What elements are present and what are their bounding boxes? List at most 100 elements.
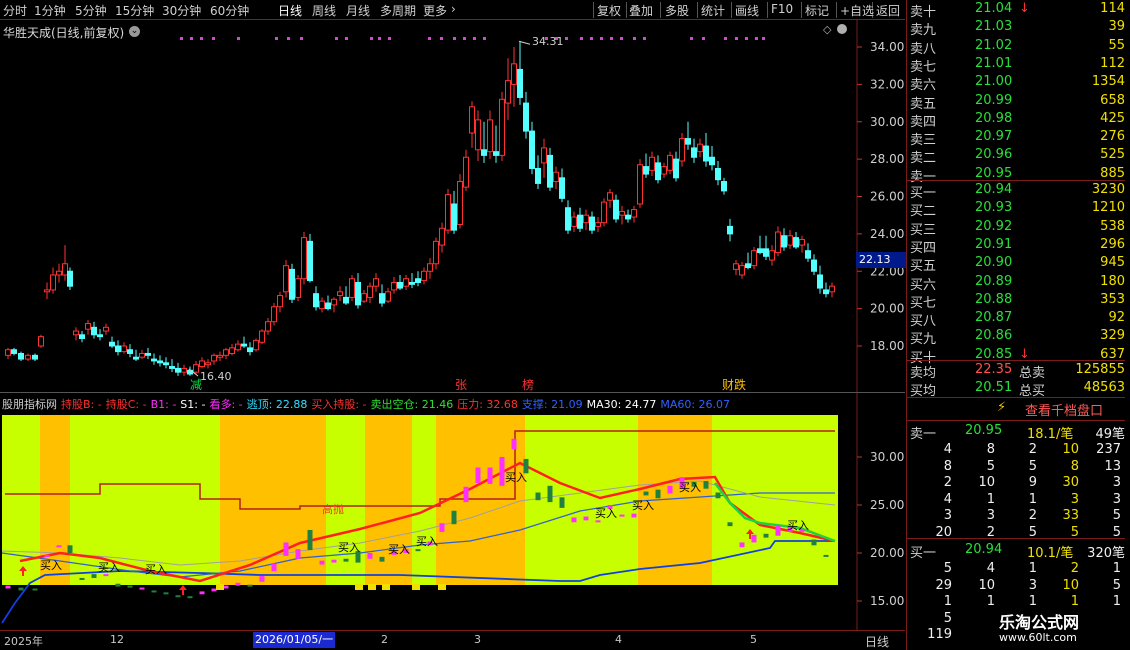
event-marker-3[interactable]: 财跌 bbox=[722, 377, 746, 392]
candle-body bbox=[38, 336, 44, 347]
candle-body bbox=[673, 158, 679, 179]
y-tick-label: 30.00 bbox=[870, 115, 904, 129]
indicator-name[interactable]: 股朋指标网 bbox=[2, 398, 57, 411]
ask-row-5: 卖五 20.99 658 bbox=[907, 92, 1125, 112]
chevron-right-icon[interactable]: › bbox=[451, 2, 456, 16]
period-tab-5[interactable]: 60分钟 bbox=[210, 2, 249, 19]
ask-label: 卖七 bbox=[910, 59, 937, 75]
candlestick-canvas[interactable]: 34.0032.0030.0028.0026.0024.0022.0020.00… bbox=[0, 20, 905, 392]
signal-dot bbox=[745, 37, 748, 40]
candle-body bbox=[259, 330, 265, 343]
bid-label: 买一 bbox=[910, 186, 937, 201]
candle-body bbox=[361, 293, 367, 302]
candle-body bbox=[439, 227, 445, 246]
action-button-0[interactable]: 复权 bbox=[597, 2, 621, 19]
candle-body bbox=[799, 238, 805, 246]
period-label[interactable]: 日线 bbox=[865, 633, 889, 650]
signal-square bbox=[438, 584, 446, 590]
action-button-3[interactable]: 统计 bbox=[701, 2, 725, 19]
period-tab-4[interactable]: 30分钟 bbox=[162, 2, 201, 19]
ind-bar bbox=[151, 590, 157, 593]
deep-book-button[interactable]: ⚡ 查看千档盘口 bbox=[907, 398, 1125, 420]
buy-signal-label: 买入 bbox=[145, 563, 167, 576]
signal-dot bbox=[388, 37, 391, 40]
signal-dot bbox=[453, 37, 456, 40]
date-label-2: 2 bbox=[381, 633, 388, 646]
period-tab-1[interactable]: 1分钟 bbox=[34, 2, 66, 19]
candle-body bbox=[145, 352, 151, 356]
queue_ask-cell: 5 bbox=[986, 458, 995, 474]
diamond-icon[interactable]: ◇ bbox=[823, 23, 832, 36]
ind-y-label: 30.00 bbox=[870, 450, 904, 464]
queue_ask-cell: 2 bbox=[943, 475, 952, 490]
queue_ask-cell: 2 bbox=[1028, 442, 1037, 457]
candle-body bbox=[325, 302, 331, 310]
ind-bar bbox=[163, 592, 169, 595]
event-marker-0[interactable]: 减 bbox=[190, 378, 202, 392]
bid-row-2: 买三 20.92 538 bbox=[907, 218, 1125, 238]
period-tab-3[interactable]: 15分钟 bbox=[115, 2, 154, 19]
candle-body bbox=[697, 143, 703, 153]
candle-body bbox=[421, 270, 427, 282]
period-tab-10[interactable]: 更多 bbox=[423, 2, 447, 19]
candle-body bbox=[103, 326, 109, 332]
action-button-1[interactable]: 叠加 bbox=[629, 2, 653, 19]
legend-item-0: 持股B: - bbox=[61, 398, 102, 411]
legend-item-6: 买入持股: - bbox=[311, 398, 367, 411]
lightning-icon: ⚡ bbox=[997, 400, 1007, 415]
candle-body bbox=[50, 274, 56, 291]
ind-bar bbox=[367, 553, 373, 559]
candlestick-chart[interactable]: 34.00 32.00 30.00 28.00 26.00 24.00 22.00 20.00… bbox=[0, 20, 906, 392]
action-button-7[interactable]: +自选 bbox=[840, 2, 874, 19]
action-button-6[interactable]: 标记 bbox=[805, 2, 829, 19]
buy-signal-label: 买入 bbox=[679, 481, 701, 494]
bid-price: 20.92 bbox=[975, 218, 1013, 234]
ask-label: 卖九 bbox=[910, 23, 937, 39]
ask-row-7: 卖三 20.97 276 bbox=[907, 128, 1125, 148]
event-marker-2[interactable]: 榜 bbox=[522, 377, 534, 392]
action-button-5[interactable]: F10 bbox=[771, 2, 793, 16]
signal-dot bbox=[580, 37, 583, 40]
action-button-2[interactable]: 多股 bbox=[665, 2, 689, 19]
date-label-4: 4 bbox=[615, 633, 622, 646]
ind-bar bbox=[439, 523, 445, 532]
candle-body bbox=[571, 216, 577, 227]
period-tab-9[interactable]: 多周期 bbox=[380, 2, 416, 19]
chevron-down-icon[interactable]: ⌄ bbox=[129, 26, 140, 37]
indicator-panel[interactable]: 30.00 25.00 20.00 15.00 买入 买入 买入 买入 买入 买入 买入 买入 买入 买入… bbox=[0, 392, 905, 631]
ind-bar bbox=[595, 520, 601, 523]
date-label-1: 12 bbox=[110, 633, 124, 646]
candle-body bbox=[637, 164, 643, 205]
candle-body bbox=[385, 291, 391, 302]
chevron-down-icon[interactable] bbox=[837, 24, 847, 34]
ind-y-label: 20.00 bbox=[870, 546, 904, 560]
bid-label: 买八 bbox=[910, 314, 937, 330]
ask-row-2: 卖八 21.02 55 bbox=[907, 37, 1125, 57]
ind-bar bbox=[463, 486, 469, 503]
candle-body bbox=[613, 199, 619, 220]
queue_ask-cell: 3 bbox=[943, 508, 952, 523]
order-book-panel: 卖十 21.04 114 ↓ 卖九 21.03 39 卖八 21.02 55 卖七 21.01 112 卖… bbox=[906, 0, 1130, 650]
period-tab-2[interactable]: 5分钟 bbox=[75, 2, 107, 19]
chart-title: 华胜天成(日线,前复权) bbox=[3, 26, 125, 40]
ask-row-4: 卖六 21.00 1354 bbox=[907, 73, 1125, 93]
period-tab-0[interactable]: 分时 bbox=[3, 2, 27, 19]
bid-row-0: 买一 20.94 3230 bbox=[907, 181, 1125, 201]
action-button-4[interactable]: 画线 bbox=[735, 2, 759, 19]
y-tick-label: 24.00 bbox=[870, 227, 904, 241]
bid-row-3: 买四 20.91 296 bbox=[907, 236, 1125, 256]
period-tab-6[interactable]: 日线 bbox=[278, 2, 302, 19]
bid-price: 20.89 bbox=[975, 273, 1013, 289]
period-tab-7[interactable]: 周线 bbox=[312, 2, 336, 19]
candle-body bbox=[373, 278, 379, 287]
period-tab-8[interactable]: 月线 bbox=[346, 2, 370, 19]
y-tick-label: 20.00 bbox=[870, 302, 904, 316]
event-marker-1[interactable]: 张 bbox=[455, 378, 467, 392]
indicator-canvas[interactable]: 30.0025.0020.0015.00买入 买入 买入买入 买入买入买入买入买入买入… bbox=[0, 393, 905, 631]
candle-body bbox=[349, 278, 355, 298]
date-label-3: 3 bbox=[474, 633, 481, 646]
queue_bid-per: 10.1/笔 bbox=[1027, 546, 1074, 561]
ind-bar bbox=[775, 525, 781, 536]
ask-volume: 55 bbox=[1108, 37, 1125, 53]
action-button-8[interactable]: 返回 bbox=[876, 2, 900, 19]
